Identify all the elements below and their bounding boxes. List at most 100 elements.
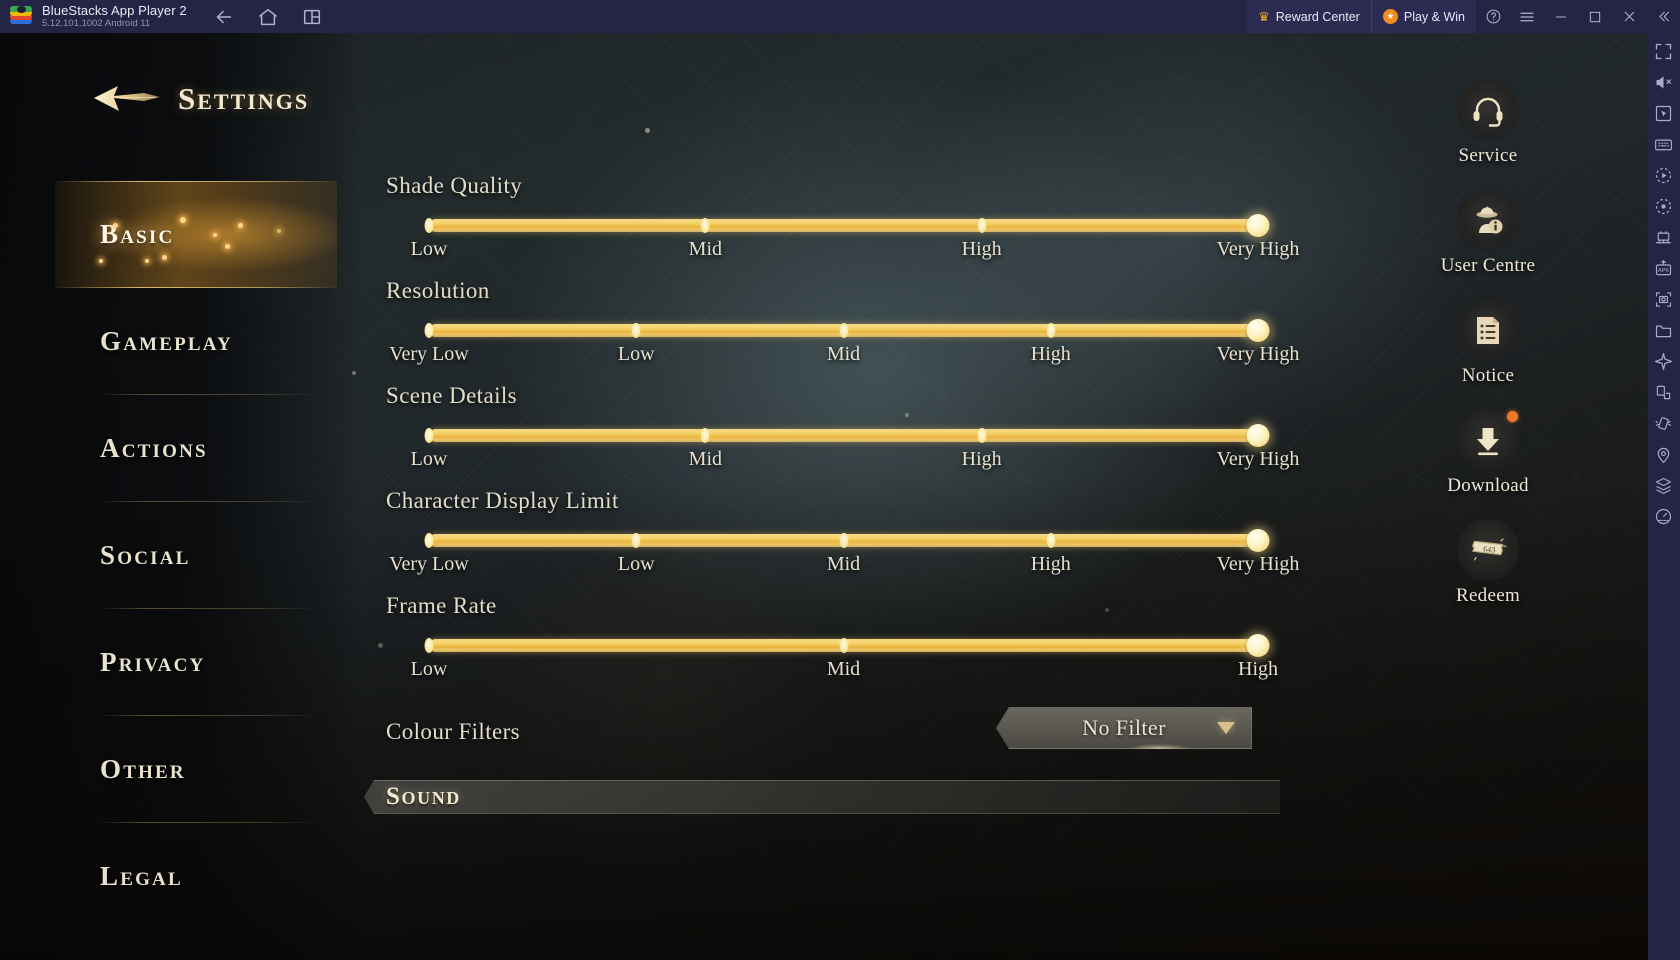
- slider-scene-details[interactable]: Low Mid High Very High: [386, 420, 1316, 483]
- ambient-mote: [378, 643, 383, 648]
- slider-notch[interactable]: [424, 428, 434, 443]
- maximize-button[interactable]: [1578, 0, 1612, 33]
- location-icon[interactable]: [1653, 444, 1675, 466]
- rail-item-redeem[interactable]: 643 Redeem: [1456, 519, 1520, 607]
- slider-tick-label: Very Low: [389, 553, 469, 575]
- sidebar-item-legal[interactable]: Legal: [55, 823, 337, 930]
- settings-sidebar: Basic Gameplay Actions Social Privacy Ot…: [55, 181, 337, 930]
- slider-track[interactable]: [424, 424, 1270, 447]
- slider-tick-label: Mid: [826, 343, 861, 365]
- sound-section-header[interactable]: Sound: [364, 780, 1280, 814]
- slider-track[interactable]: [424, 634, 1270, 657]
- slider-notch[interactable]: [839, 533, 848, 548]
- macro-record-icon[interactable]: [1653, 196, 1675, 218]
- slider-tick-labels: Low Mid High Very High: [386, 238, 1316, 268]
- install-apk-icon[interactable]: APK: [1653, 258, 1675, 280]
- ambient-mote: [645, 128, 650, 133]
- slider-tick-label: High: [961, 448, 1002, 470]
- rail-item-label: Redeem: [1455, 585, 1521, 606]
- multi-instance-manager-icon[interactable]: [1653, 227, 1675, 249]
- slider-notch[interactable]: [839, 323, 848, 338]
- slider-track[interactable]: [424, 319, 1270, 342]
- bluestacks-tool-rail: APK: [1648, 33, 1680, 960]
- setting-resolution: Resolution Very Low Low Mid High Very High: [386, 278, 1316, 378]
- sidebar-item-basic[interactable]: Basic: [55, 181, 337, 288]
- shake-icon[interactable]: [1653, 413, 1675, 435]
- minimize-button[interactable]: [1544, 0, 1578, 33]
- play-and-win-button[interactable]: ★ Play & Win: [1370, 0, 1476, 33]
- bluestacks-window: BlueStacks App Player 2 5.12.101.1002 An…: [0, 0, 1680, 960]
- screenshot-icon[interactable]: [1653, 289, 1675, 311]
- slider-handle[interactable]: [1246, 634, 1270, 657]
- slider-notch[interactable]: [424, 323, 434, 338]
- slider-handle[interactable]: [1246, 529, 1270, 552]
- pointer-icon[interactable]: [1653, 103, 1675, 125]
- slider-notch[interactable]: [1046, 533, 1056, 548]
- page-header: Settings: [92, 81, 309, 117]
- mute-icon[interactable]: [1653, 72, 1675, 94]
- slider-notch[interactable]: [839, 638, 848, 653]
- rail-item-user-centre[interactable]: User Centre: [1441, 189, 1536, 277]
- rail-item-label: User Centre: [1440, 255, 1536, 276]
- slider-notch[interactable]: [631, 533, 641, 548]
- slider-notch[interactable]: [977, 218, 987, 233]
- slider-notch[interactable]: [631, 323, 641, 338]
- performance-icon[interactable]: [1653, 506, 1675, 528]
- notification-dot: [1507, 411, 1518, 422]
- help-button[interactable]: [1476, 0, 1510, 33]
- slider-frame-rate[interactable]: Low Mid High: [386, 630, 1316, 693]
- setting-label: Resolution: [386, 278, 490, 303]
- settings-content: Shade Quality Low Mid High Very High Resolu…: [364, 173, 1316, 814]
- collapse-sidebar-button[interactable]: [1646, 0, 1680, 33]
- slider-tick-label: Mid: [826, 658, 861, 680]
- slider-tick-label: Very High: [1216, 448, 1300, 470]
- sidebar-item-gameplay[interactable]: Gameplay: [55, 288, 337, 395]
- slider-resolution[interactable]: Very Low Low Mid High Very High: [386, 315, 1316, 378]
- layers-icon[interactable]: [1653, 475, 1675, 497]
- back-icon[interactable]: [213, 6, 235, 28]
- keyboard-icon[interactable]: [1653, 134, 1675, 156]
- colour-filter-dropdown[interactable]: No Filter: [996, 707, 1252, 749]
- rotate-icon[interactable]: [1653, 382, 1675, 404]
- slider-handle[interactable]: [1246, 424, 1270, 447]
- rail-item-download[interactable]: Download: [1447, 409, 1529, 497]
- home-icon[interactable]: [257, 6, 279, 28]
- slider-notch[interactable]: [977, 428, 987, 443]
- sidebar-item-other[interactable]: Other: [55, 716, 337, 823]
- user-info-icon: [1456, 189, 1519, 251]
- slider-handle[interactable]: [1246, 214, 1270, 237]
- slider-tick-label: Mid: [688, 238, 722, 260]
- slider-notch[interactable]: [700, 218, 710, 233]
- slider-notch[interactable]: [700, 428, 710, 443]
- reward-center-label: Reward Center: [1275, 9, 1360, 24]
- slider-track[interactable]: [424, 529, 1270, 552]
- menu-button[interactable]: [1510, 0, 1544, 33]
- sidebar-item-privacy[interactable]: Privacy: [55, 609, 337, 716]
- crown-icon: ♛: [1258, 9, 1270, 24]
- rail-item-service[interactable]: Service: [1457, 79, 1519, 167]
- multi-instance-icon[interactable]: [301, 6, 323, 28]
- slider-tick-labels: Very Low Low Mid High Very High: [386, 343, 1316, 373]
- sidebar-item-label: Social: [100, 540, 191, 570]
- arrow-left-ornament-icon[interactable]: [92, 82, 164, 116]
- slider-notch[interactable]: [424, 533, 434, 548]
- macro-play-icon[interactable]: [1653, 165, 1675, 187]
- slider-notch[interactable]: [424, 638, 434, 653]
- media-manager-icon[interactable]: [1653, 320, 1675, 342]
- slider-handle[interactable]: [1246, 319, 1270, 342]
- sidebar-item-social[interactable]: Social: [55, 502, 337, 609]
- slider-shade-quality[interactable]: Low Mid High Very High: [386, 210, 1316, 273]
- reward-center-button[interactable]: ♛ Reward Center: [1247, 0, 1371, 33]
- fullscreen-icon[interactable]: [1653, 41, 1675, 63]
- slider-character-display-limit[interactable]: Very Low Low Mid High Very High: [386, 525, 1316, 588]
- sidebar-item-actions[interactable]: Actions: [55, 395, 337, 502]
- setting-shade-quality: Shade Quality Low Mid High Very High: [386, 173, 1316, 273]
- slider-notch[interactable]: [424, 218, 434, 233]
- slider-notch[interactable]: [1046, 323, 1056, 338]
- close-button[interactable]: [1612, 0, 1646, 33]
- slider-track[interactable]: [424, 214, 1270, 237]
- airplane-mode-icon[interactable]: [1653, 351, 1675, 373]
- slider-tick-label: Very High: [1216, 238, 1300, 260]
- headset-icon: [1457, 79, 1519, 141]
- rail-item-notice[interactable]: Notice: [1457, 299, 1519, 387]
